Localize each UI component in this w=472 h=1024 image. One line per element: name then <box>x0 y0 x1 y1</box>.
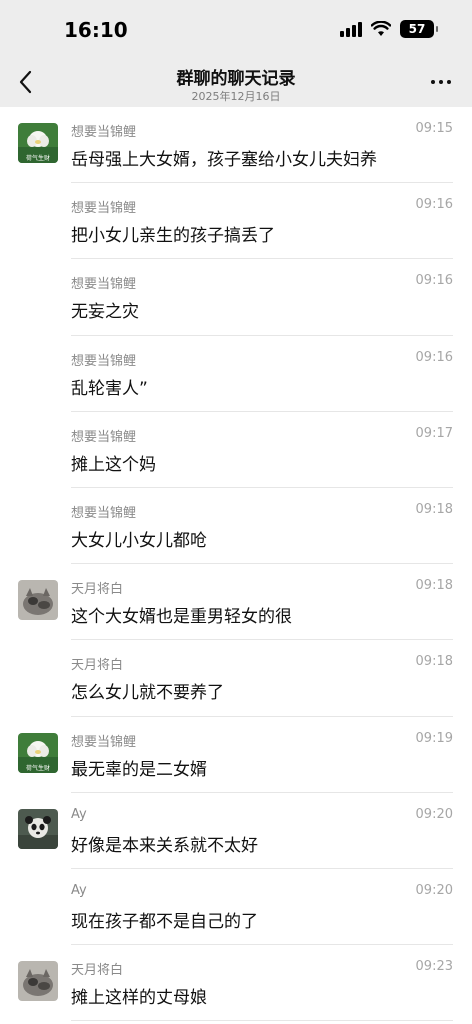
message-text: 无妄之灾 <box>71 302 139 323</box>
message-text: 摊上这个妈 <box>71 454 156 475</box>
message-time: 09:18 <box>415 578 453 594</box>
message-item[interactable]: Ay 09:20 好像是本来关系就不太好 <box>0 793 472 869</box>
sender-name: 想要当锦鲤 <box>71 201 137 217</box>
message-item[interactable]: 想要当锦鲤 09:16 乱轮害人” <box>0 336 472 412</box>
avatar-caption: 荷气生财 <box>25 155 50 162</box>
lotus-avatar[interactable]: 荷气生财 <box>18 123 58 163</box>
sender-name: 想要当锦鲤 <box>71 277 137 293</box>
message-item[interactable]: 想要当锦鲤 09:16 把小女儿亲生的孩子搞丢了 <box>0 183 472 260</box>
battery-level: 57 <box>408 22 426 36</box>
message-time: 09:20 <box>415 806 453 822</box>
message-time: 09:16 <box>415 197 453 213</box>
more-dots-icon[interactable] <box>426 68 456 96</box>
message-text: 摊上这样的丈母娘 <box>71 988 207 1009</box>
message-item[interactable]: 想要当锦鲤 09:18 大女儿小女儿都呛 <box>0 488 472 565</box>
message-time: 09:16 <box>415 273 453 289</box>
message-time: 09:18 <box>415 654 453 670</box>
message-item[interactable]: 想要当锦鲤 09:17 摊上这个妈 <box>0 412 472 488</box>
sender-name: Ay <box>71 882 87 898</box>
sender-name: Ay <box>71 806 87 822</box>
divider <box>71 1020 453 1022</box>
page-title: 群聊的聊天记录 <box>176 69 296 89</box>
sender-name: 想要当锦鲤 <box>71 125 137 140</box>
message-text: 把小女儿亲生的孩子搞丢了 <box>71 226 275 247</box>
message-time: 09:23 <box>415 959 453 975</box>
sender-name: 想要当锦鲤 <box>71 505 137 521</box>
panda-avatar[interactable] <box>18 808 58 849</box>
nav-bar: 群聊的聊天记录 2025年12月16日 <box>0 58 472 107</box>
message-text: 现在孩子都不是自己的了 <box>71 911 258 932</box>
sender-name: 天月将白 <box>71 582 124 598</box>
page-subtitle: 2025年12月16日 <box>191 90 281 103</box>
sender-name: 天月将白 <box>71 963 124 979</box>
message-text: 大女儿小女儿都呛 <box>71 530 207 551</box>
sender-name: 想要当锦鲤 <box>71 734 137 750</box>
avatar-caption: 荷气生财 <box>25 764 50 772</box>
message-text: 乱轮害人” <box>71 378 148 399</box>
wifi-icon <box>371 21 391 36</box>
message-item[interactable]: 天月将白 09:23 摊上这样的丈母娘 <box>0 945 472 1022</box>
message-text: 这个大女婿也是重男轻女的很 <box>71 607 292 628</box>
message-item[interactable]: 荷气生财 想要当锦鲤 09:15 岳母强上大女婿，孩子塞给小女儿夫妇养 <box>0 107 472 184</box>
status-bar: 16:10 57 <box>0 0 472 58</box>
status-time: 16:10 <box>64 18 128 42</box>
cat-avatar[interactable] <box>18 580 58 621</box>
message-time: 09:17 <box>415 425 453 441</box>
sender-name: 想要当锦鲤 <box>71 353 137 369</box>
message-text: 最无辜的是二女婿 <box>71 759 207 780</box>
signal-bars-icon <box>340 21 362 37</box>
message-time: 09:20 <box>415 882 453 898</box>
message-item[interactable]: 天月将白 09:18 这个大女婿也是重男轻女的很 <box>0 564 472 641</box>
sender-name: 天月将白 <box>71 658 124 674</box>
message-item[interactable]: 荷气生财 想要当锦鲤 09:19 最无辜的是二女婿 <box>0 717 472 793</box>
message-item[interactable]: 想要当锦鲤 09:16 无妄之灾 <box>0 259 472 336</box>
lotus-avatar[interactable]: 荷气生财 <box>18 732 58 773</box>
message-item[interactable]: Ay 09:20 现在孩子都不是自己的了 <box>0 869 472 946</box>
status-icons: 57 <box>340 20 438 38</box>
message-time: 09:15 <box>415 121 453 136</box>
message-list[interactable]: 荷气生财 想要当锦鲤 09:15 岳母强上大女婿，孩子塞给小女儿夫妇养 想要当锦鲤 09:… <box>0 107 472 1022</box>
sender-name: 想要当锦鲤 <box>71 429 137 445</box>
message-time: 09:19 <box>415 730 453 746</box>
message-time: 09:16 <box>415 349 453 365</box>
message-text: 岳母强上大女婿，孩子塞给小女儿夫妇养 <box>71 150 377 170</box>
message-item[interactable]: 天月将白 09:18 怎么女儿就不要养了 <box>0 640 472 717</box>
battery-icon: 57 <box>400 20 438 38</box>
cat-avatar[interactable] <box>18 961 58 1002</box>
message-text: 好像是本来关系就不太好 <box>71 835 258 856</box>
message-text: 怎么女儿就不要养了 <box>71 683 224 704</box>
message-time: 09:18 <box>415 501 453 517</box>
